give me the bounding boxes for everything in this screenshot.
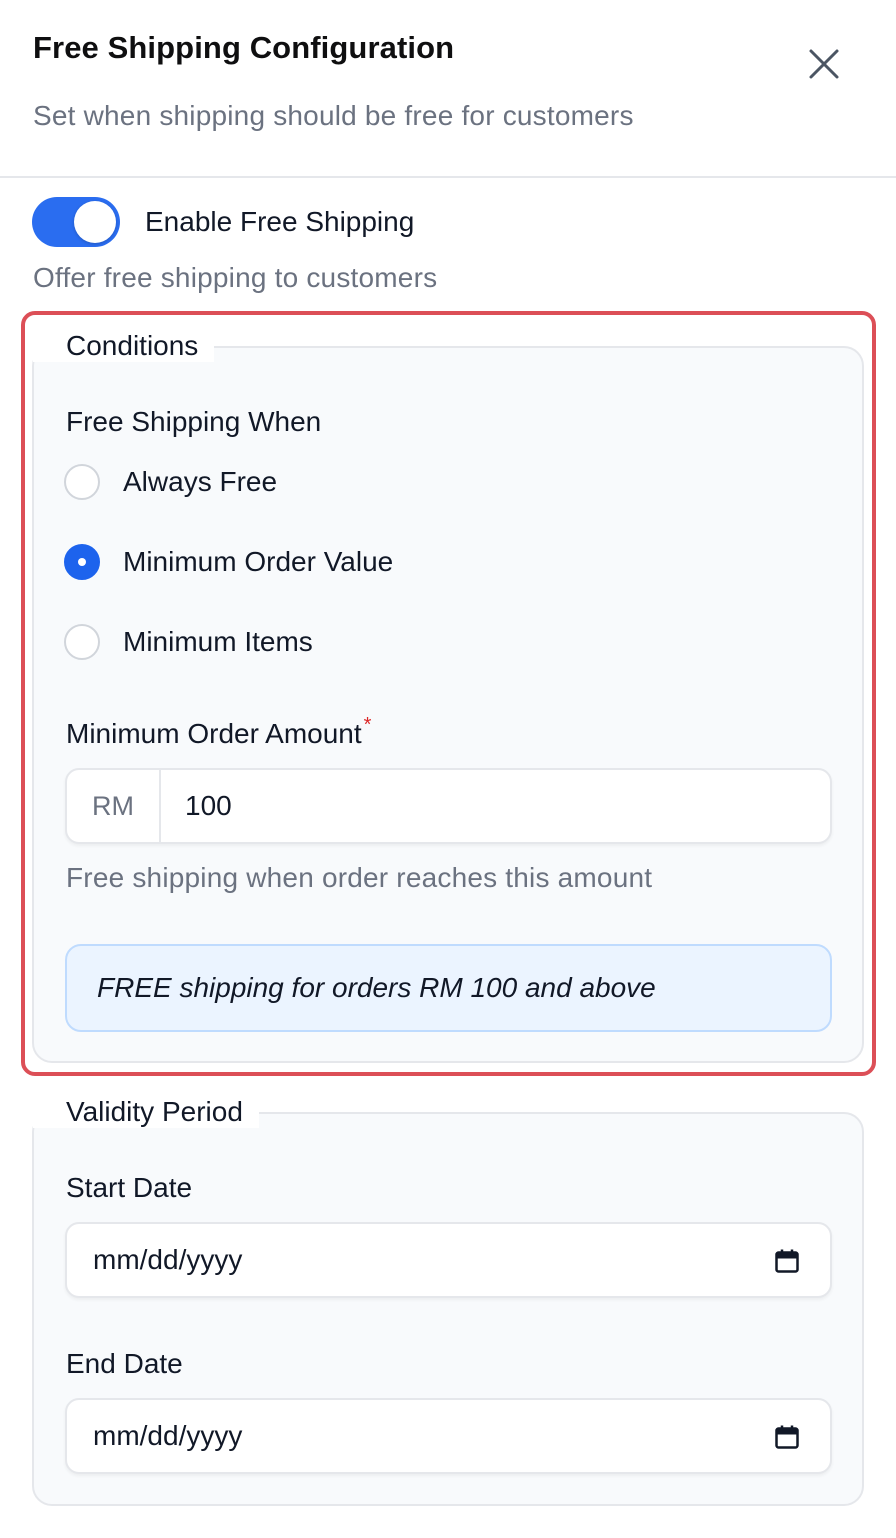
close-button[interactable] xyxy=(800,40,848,88)
calendar-icon[interactable] xyxy=(774,1248,800,1274)
end-date-label: End Date xyxy=(66,1348,183,1379)
end-date-placeholder: mm/dd/yyyy xyxy=(93,1420,243,1451)
start-date-placeholder: mm/dd/yyyy xyxy=(93,1244,243,1275)
enable-free-shipping-toggle[interactable] xyxy=(32,197,120,247)
start-date-label: Start Date xyxy=(66,1172,193,1203)
validity-period-legend: Validity Period xyxy=(33,1096,259,1128)
toggle-description: Offer free shipping to customers xyxy=(33,262,438,293)
end-date-input[interactable]: mm/dd/yyyy xyxy=(65,1398,832,1474)
toggle-knob xyxy=(74,201,116,243)
dialog-title: Free Shipping Configuration xyxy=(33,30,455,65)
dialog-subtitle: Set when shipping should be free for cus… xyxy=(33,100,634,131)
toggle-label: Enable Free Shipping xyxy=(145,206,415,237)
conditions-highlight-frame xyxy=(21,311,876,1076)
close-icon xyxy=(809,49,839,79)
dialog-header: Free Shipping Configuration Set when shi… xyxy=(0,0,896,178)
calendar-icon[interactable] xyxy=(774,1424,800,1450)
start-date-input[interactable]: mm/dd/yyyy xyxy=(65,1222,832,1298)
